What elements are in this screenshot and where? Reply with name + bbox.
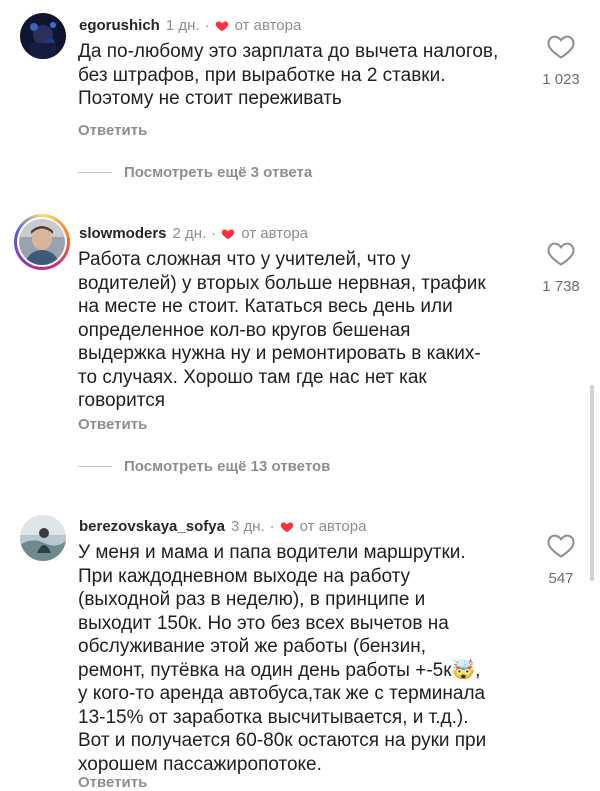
separator-dot: · — [269, 518, 275, 535]
comment-age: 3 дн. — [230, 518, 265, 535]
reply-button[interactable]: Ответить — [78, 122, 147, 139]
like-count: 1 023 — [542, 71, 580, 88]
heart-outline-icon[interactable] — [547, 533, 575, 559]
divider-line — [78, 466, 112, 467]
comment-meta: berezovskaya_sofya 3 дн. · от автора — [79, 518, 366, 535]
heart-filled-icon — [222, 228, 235, 239]
comment-age: 1 дн. — [165, 17, 200, 34]
view-more-replies[interactable]: Посмотреть ещё 13 ответов — [78, 458, 330, 475]
view-more-replies-label: Посмотреть ещё 3 ответа — [124, 164, 313, 181]
separator-dot: · — [204, 17, 210, 34]
author-badge: от автора — [299, 518, 367, 535]
like-count: 1 738 — [542, 278, 580, 295]
username[interactable]: slowmoders — [79, 225, 167, 242]
comment-age: 2 дн. — [172, 225, 207, 242]
username[interactable]: berezovskaya_sofya — [79, 518, 225, 535]
heart-filled-icon — [215, 20, 228, 31]
reply-button[interactable]: Ответить — [78, 774, 147, 791]
comment-meta: egorushich 1 дн. · от автора — [79, 17, 301, 34]
username[interactable]: egorushich — [79, 17, 160, 34]
separator-dot: · — [211, 225, 217, 242]
divider-line — [78, 172, 112, 173]
avatar[interactable] — [20, 13, 66, 59]
view-more-replies[interactable]: Посмотреть ещё 3 ответа — [78, 164, 312, 181]
author-badge: от автора — [241, 225, 309, 242]
comment-text: Да по-любому это зарплата до вычета нало… — [78, 41, 499, 109]
heart-outline-icon[interactable] — [547, 34, 575, 60]
comment-text: Работа сложная что у учителей, что у вод… — [78, 249, 486, 411]
scrollbar[interactable] — [590, 385, 594, 581]
view-more-replies-label: Посмотреть ещё 13 ответов — [124, 458, 331, 475]
author-badge: от автора — [234, 17, 302, 34]
avatar[interactable] — [20, 515, 66, 561]
heart-filled-icon — [280, 521, 293, 532]
comment-text: У меня и мама и папа водители маршрутки.… — [78, 542, 487, 775]
heart-outline-icon[interactable] — [547, 241, 575, 267]
like-count: 547 — [548, 570, 574, 587]
comment-meta: slowmoders 2 дн. · от автора — [79, 225, 308, 242]
story-ring[interactable] — [14, 214, 70, 270]
reply-button[interactable]: Ответить — [78, 416, 147, 433]
avatar — [19, 219, 65, 265]
